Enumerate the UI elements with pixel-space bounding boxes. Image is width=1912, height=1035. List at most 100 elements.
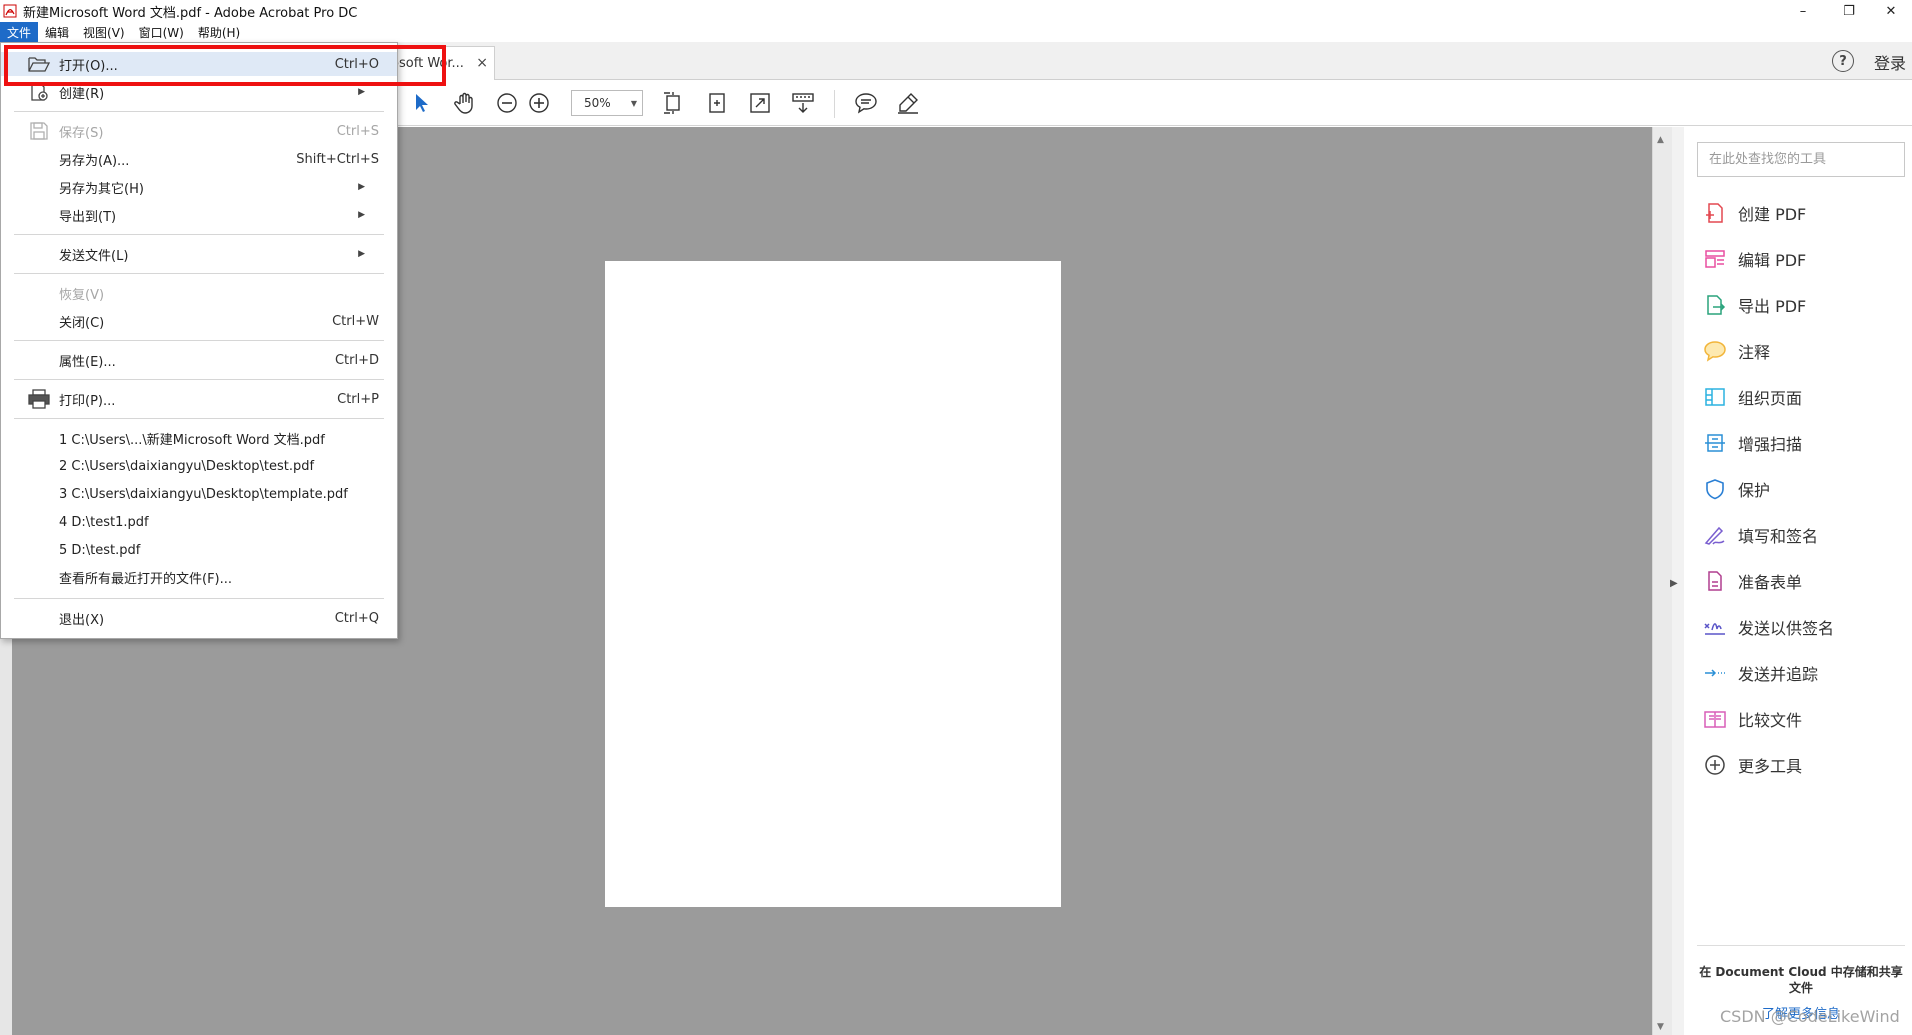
rotate-view-icon[interactable]: [702, 88, 732, 118]
menu-item-label: 保存(S): [59, 125, 104, 141]
menu-view[interactable]: 视图(V): [76, 22, 132, 42]
menu-separator: [14, 598, 384, 599]
tool-label: 填写和签名: [1738, 527, 1819, 546]
tool-label: 比较文件: [1738, 711, 1803, 730]
watermark: CSDN @CodeLikeWind: [1720, 1007, 1900, 1026]
login-link[interactable]: 登录: [1874, 50, 1906, 74]
menu-separator: [14, 111, 384, 112]
menu-item-recent-file[interactable]: 5 D:\test.pdf: [1, 538, 397, 562]
tool-edit-pdf[interactable]: 编辑 PDF: [1702, 244, 1806, 274]
menu-item-print[interactable]: 打印(P)... Ctrl+P: [1, 387, 397, 411]
menu-separator: [14, 340, 384, 341]
hand-icon[interactable]: [450, 88, 480, 118]
menu-item-properties[interactable]: 属性(E)... Ctrl+D: [1, 348, 397, 372]
menu-item-recent-file[interactable]: 1 C:\Users\...\新建Microsoft Word 文档.pdf: [1, 426, 397, 450]
comment-icon: [1702, 338, 1728, 364]
organize-pages-icon: [1702, 384, 1728, 410]
tool-search-input[interactable]: 在此处查找您的工具: [1697, 142, 1905, 177]
panel-divider: [1697, 945, 1905, 946]
tool-send-track[interactable]: 发送并追踪: [1702, 658, 1818, 688]
help-icon[interactable]: ?: [1832, 50, 1854, 72]
minimize-button[interactable]: –: [1780, 0, 1826, 22]
menu-item-label: 打印(P)...: [59, 393, 116, 409]
scroll-down-icon[interactable]: ▼: [1657, 1022, 1664, 1032]
pdf-page[interactable]: [605, 261, 1061, 907]
menu-item-label: 4 D:\test1.pdf: [59, 514, 149, 530]
menu-help[interactable]: 帮助(H): [191, 22, 247, 42]
menu-item-label: 另存为其它(H): [59, 181, 144, 197]
menu-file[interactable]: 文件: [0, 22, 39, 42]
menu-item-exit[interactable]: 退出(X) Ctrl+Q: [1, 606, 397, 630]
scroll-up-icon[interactable]: ▲: [1657, 135, 1664, 145]
file-menu-dropdown: 打开(O)... Ctrl+O 创建(R) ▶ 保存(S) Ctrl+S 另存为…: [0, 42, 398, 639]
tool-enhance-scan[interactable]: 增强扫描: [1702, 428, 1802, 458]
menu-edit[interactable]: 编辑: [38, 22, 76, 42]
menu-window[interactable]: 窗口(W): [132, 22, 191, 42]
menu-item-close[interactable]: 关闭(C) Ctrl+W: [1, 309, 397, 333]
tool-organize-pages[interactable]: 组织页面: [1702, 382, 1802, 412]
acrobat-logo-icon: [3, 4, 17, 18]
menu-item-save-as[interactable]: 另存为(A)... Shift+Ctrl+S: [1, 147, 397, 171]
export-pdf-icon: [1702, 292, 1728, 318]
tool-label: 准备表单: [1738, 573, 1803, 592]
highlight-pen-icon[interactable]: [893, 88, 923, 118]
document-cloud-text: 在 Document Cloud 中存储和共享文件: [1699, 965, 1903, 995]
tool-label: 增强扫描: [1738, 435, 1803, 454]
tool-create-pdf[interactable]: 创建 PDF: [1702, 198, 1806, 228]
tool-label: 发送以供签名: [1738, 619, 1835, 638]
chevron-down-icon: ▼: [630, 99, 637, 108]
menu-item-label: 导出到(T): [59, 209, 117, 225]
menu-separator: [14, 273, 384, 274]
menu-item-recent-file[interactable]: 3 C:\Users\daixiangyu\Desktop\template.p…: [1, 482, 397, 506]
tool-protect[interactable]: 保护: [1702, 474, 1770, 504]
tool-export-pdf[interactable]: 导出 PDF: [1702, 290, 1806, 320]
full-screen-icon[interactable]: [745, 88, 775, 118]
select-arrow-icon[interactable]: [407, 88, 437, 118]
menu-item-shortcut: Ctrl+P: [337, 391, 379, 407]
menu-item-label: 另存为(A)...: [59, 153, 130, 169]
menu-item-recent-file[interactable]: 4 D:\test1.pdf: [1, 510, 397, 534]
more-tools-icon: [1702, 752, 1728, 778]
zoom-value: 50%: [584, 96, 611, 110]
tool-label: 编辑 PDF: [1738, 251, 1807, 270]
menu-item-label: 退出(X): [59, 612, 105, 628]
tool-fill-sign[interactable]: 填写和签名: [1702, 520, 1818, 550]
tool-compare-files[interactable]: 比较文件: [1702, 704, 1802, 734]
menu-item-label: 关闭(C): [59, 315, 105, 331]
menu-item-label: 恢复(V): [59, 287, 105, 303]
edit-pdf-icon: [1702, 246, 1728, 272]
menu-item-save[interactable]: 保存(S) Ctrl+S: [1, 119, 397, 143]
tool-prepare-form[interactable]: 准备表单: [1702, 566, 1802, 596]
fit-page-icon[interactable]: [658, 88, 688, 118]
zoom-out-icon[interactable]: [492, 88, 522, 118]
submenu-arrow-icon: ▶: [358, 87, 365, 97]
comment-icon[interactable]: [851, 88, 881, 118]
menu-item-view-all-recent[interactable]: 查看所有最近打开的文件(F)...: [1, 565, 397, 589]
menu-item-label: 5 D:\test.pdf: [59, 542, 141, 558]
tool-comment[interactable]: 注释: [1702, 336, 1770, 366]
tool-label: 组织页面: [1738, 389, 1803, 408]
menu-item-revert[interactable]: 恢复(V): [1, 281, 397, 305]
tool-more-tools[interactable]: 更多工具: [1702, 750, 1802, 780]
zoom-in-icon[interactable]: [524, 88, 554, 118]
menu-item-shortcut: Ctrl+S: [336, 123, 379, 139]
zoom-select[interactable]: 50% ▼: [571, 90, 643, 116]
collapse-panel-icon[interactable]: ▶: [1670, 578, 1678, 589]
tab-close-icon[interactable]: ×: [476, 55, 488, 71]
menu-item-recent-file[interactable]: 2 C:\Users\daixiangyu\Desktop\test.pdf: [1, 454, 397, 478]
compare-files-icon: [1702, 706, 1728, 732]
send-track-icon: [1702, 660, 1728, 686]
menu-item-send-file[interactable]: 发送文件(L) ▶: [1, 242, 397, 266]
restore-button[interactable]: ❐: [1826, 0, 1872, 22]
menu-item-export-to[interactable]: 导出到(T) ▶: [1, 203, 397, 227]
scroll-mode-icon[interactable]: [788, 88, 818, 118]
window-close-button[interactable]: ✕: [1868, 0, 1912, 22]
tool-label: 发送并追踪: [1738, 665, 1819, 684]
vertical-scrollbar[interactable]: [1652, 127, 1672, 1035]
tool-label: 导出 PDF: [1738, 297, 1807, 316]
tool-label: 注释: [1738, 343, 1771, 362]
protect-icon: [1702, 476, 1728, 502]
menu-item-shortcut: Shift+Ctrl+S: [296, 151, 379, 167]
menu-item-save-as-other[interactable]: 另存为其它(H) ▶: [1, 175, 397, 199]
tool-send-for-signature[interactable]: 发送以供签名: [1702, 612, 1834, 642]
